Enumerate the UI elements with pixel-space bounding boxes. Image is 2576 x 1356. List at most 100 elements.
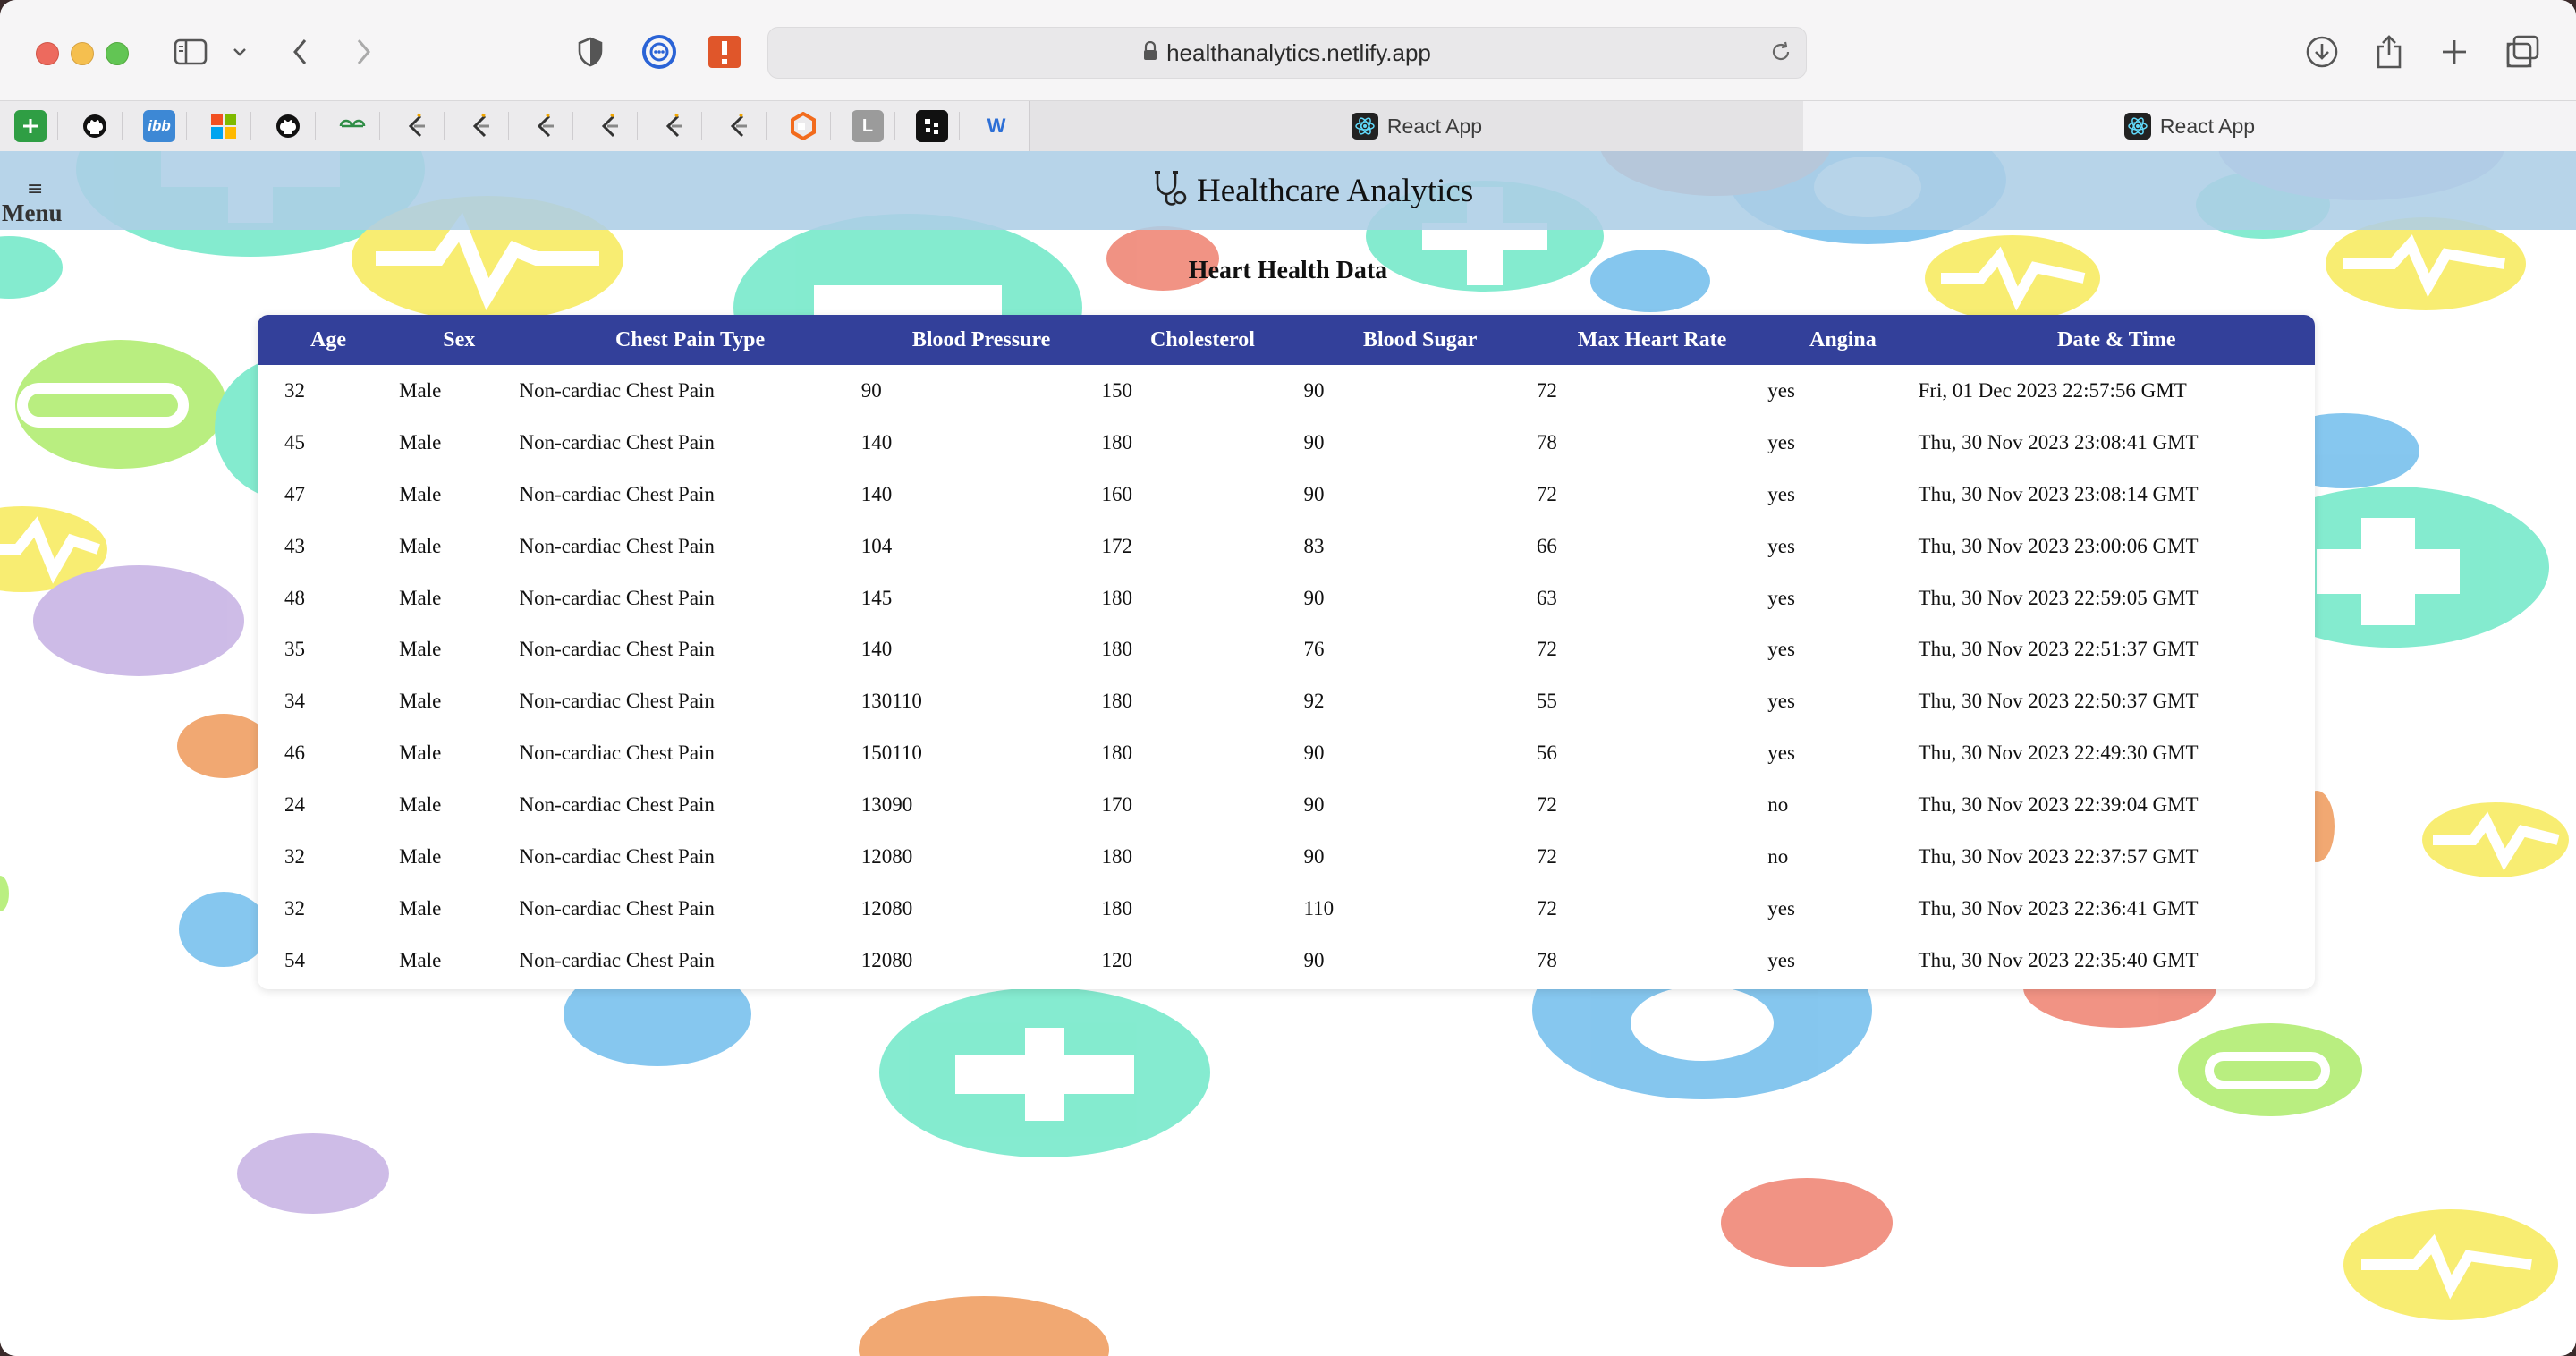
cell-sex: Male xyxy=(399,844,442,868)
tab-title: React App xyxy=(2159,114,2256,138)
column-header-angina: Angina xyxy=(1809,327,1877,352)
cell-max-heart-rate: 72 xyxy=(1536,844,1557,868)
cell-age: 24 xyxy=(284,793,305,817)
alert-extension-icon[interactable] xyxy=(701,29,748,75)
minimize-window-button[interactable] xyxy=(71,42,94,65)
leetcode-icon[interactable] xyxy=(465,110,497,142)
share-icon[interactable] xyxy=(2366,29,2412,75)
privacy-extension-icon[interactable] xyxy=(636,29,682,75)
column-header-blood-sugar: Blood Sugar xyxy=(1362,327,1478,352)
leetcode-icon[interactable] xyxy=(594,110,626,142)
tab-react-app[interactable]: React App xyxy=(1803,101,2576,151)
react-logo-icon xyxy=(2123,113,2151,140)
column-header-age: Age xyxy=(310,327,347,352)
cell-date-time: Thu, 30 Nov 2023 22:36:41 GMT xyxy=(1918,896,2199,920)
cell-blood-pressure: 12080 xyxy=(860,896,913,920)
cell-age: 43 xyxy=(284,534,305,557)
leetcode-icon[interactable] xyxy=(530,110,562,142)
cell-blood-sugar: 76 xyxy=(1303,638,1325,661)
cell-sex: Male xyxy=(399,638,442,661)
cell-chest-pain-type: Non-cardiac Chest Pain xyxy=(519,896,715,920)
new-tab-icon[interactable] xyxy=(2431,29,2478,75)
section-title: Heart Health Data xyxy=(1188,257,1388,284)
chevron-down-icon[interactable] xyxy=(220,29,259,75)
cell-angina: yes xyxy=(1767,948,1795,971)
cell-age: 32 xyxy=(284,896,305,920)
github-icon[interactable] xyxy=(272,110,304,142)
cell-chest-pain-type: Non-cardiac Chest Pain xyxy=(519,586,715,609)
cell-max-heart-rate: 78 xyxy=(1536,948,1557,971)
sidebar-icon[interactable] xyxy=(168,29,215,75)
table-row: 43 Male Non-cardiac Chest Pain 104 172 83 66 ye… xyxy=(258,521,2315,572)
cell-sex: Male xyxy=(399,378,442,402)
cell-blood-pressure: 13090 xyxy=(860,793,913,817)
cell-age: 35 xyxy=(284,638,305,661)
back-icon[interactable] xyxy=(277,29,324,75)
cell-date-time: Thu, 30 Nov 2023 22:59:05 GMT xyxy=(1918,586,2199,609)
reload-icon[interactable] xyxy=(1768,39,1793,69)
w-icon[interactable]: W xyxy=(980,110,1013,142)
cell-blood-pressure: 90 xyxy=(860,378,882,402)
tab-title: React App xyxy=(1386,114,1483,138)
leetcode-icon[interactable] xyxy=(401,110,433,142)
cell-cholesterol: 180 xyxy=(1101,742,1132,765)
menu-button[interactable]: ≡ Menu xyxy=(2,178,73,230)
dots-icon[interactable] xyxy=(916,110,948,142)
lock-icon xyxy=(1143,39,1157,67)
shield-icon[interactable] xyxy=(567,29,614,75)
cell-cholesterol: 160 xyxy=(1101,482,1132,505)
cell-chest-pain-type: Non-cardiac Chest Pain xyxy=(519,793,715,817)
cell-cholesterol: 150 xyxy=(1101,378,1132,402)
microsoft-icon[interactable] xyxy=(208,110,240,142)
github-icon[interactable] xyxy=(79,110,111,142)
cell-date-time: Thu, 30 Nov 2023 22:35:40 GMT xyxy=(1918,948,2199,971)
plus-square-icon[interactable] xyxy=(14,110,47,142)
l-icon[interactable]: L xyxy=(852,110,884,142)
cell-blood-pressure: 140 xyxy=(860,482,893,505)
cell-chest-pain-type: Non-cardiac Chest Pain xyxy=(519,638,715,661)
heart-health-table-card: Age Sex Chest Pain Type Blood Pressure C… xyxy=(258,315,2315,989)
cell-chest-pain-type: Non-cardiac Chest Pain xyxy=(519,534,715,557)
cell-blood-sugar: 90 xyxy=(1303,793,1325,817)
hexagon-icon[interactable] xyxy=(787,110,819,142)
forward-icon[interactable] xyxy=(340,29,386,75)
table-row: 34 Male Non-cardiac Chest Pain 130110 180 92 5… xyxy=(258,675,2315,727)
cell-sex: Male xyxy=(399,482,442,505)
cell-blood-sugar: 90 xyxy=(1303,378,1325,402)
cell-chest-pain-type: Non-cardiac Chest Pain xyxy=(519,844,715,868)
cell-cholesterol: 120 xyxy=(1101,948,1132,971)
tab-overview-icon[interactable] xyxy=(2499,29,2546,75)
geeksforgeeks-icon[interactable] xyxy=(336,110,369,142)
cell-date-time: Thu, 30 Nov 2023 22:39:04 GMT xyxy=(1918,793,2199,817)
cell-max-heart-rate: 56 xyxy=(1536,742,1557,765)
table-row: 32 Male Non-cardiac Chest Pain 90 150 90 72 yes… xyxy=(258,365,2315,417)
cell-max-heart-rate: 72 xyxy=(1536,793,1557,817)
cell-blood-sugar: 90 xyxy=(1303,742,1325,765)
table-row: 48 Male Non-cardiac Chest Pain 145 180 90 63 ye… xyxy=(258,572,2315,624)
address-bar[interactable]: healthanalytics.netlify.app xyxy=(767,27,1807,79)
cell-blood-sugar: 110 xyxy=(1303,896,1335,920)
ibb-icon[interactable]: ibb xyxy=(143,110,175,142)
cell-sex: Male xyxy=(399,742,442,765)
column-header-max-heart-rate: Max Heart Rate xyxy=(1577,327,1727,352)
table-row: 46 Male Non-cardiac Chest Pain 150110 180 90 5… xyxy=(258,727,2315,779)
leetcode-icon[interactable] xyxy=(658,110,691,142)
cell-cholesterol: 180 xyxy=(1101,430,1132,453)
react-logo-icon xyxy=(1351,113,1378,140)
download-icon[interactable] xyxy=(2299,29,2345,75)
cell-blood-pressure: 12080 xyxy=(860,948,913,971)
cell-blood-sugar: 83 xyxy=(1303,534,1325,557)
zoom-window-button[interactable] xyxy=(106,42,129,65)
cell-blood-sugar: 90 xyxy=(1303,482,1325,505)
cell-blood-sugar: 90 xyxy=(1303,586,1325,609)
cell-angina: no xyxy=(1767,793,1789,817)
cell-sex: Male xyxy=(399,430,442,453)
hamburger-icon: ≡ xyxy=(27,178,44,200)
leetcode-icon[interactable] xyxy=(723,110,755,142)
url-text: healthanalytics.netlify.app xyxy=(1166,38,1431,66)
cell-max-heart-rate: 72 xyxy=(1536,378,1557,402)
cell-date-time: Thu, 30 Nov 2023 22:37:57 GMT xyxy=(1918,844,2199,868)
close-window-button[interactable] xyxy=(36,42,59,65)
tab-react-app-active[interactable]: React App xyxy=(1029,101,1805,151)
browser-toolbar: healthanalytics.netlify.app xyxy=(0,0,2576,100)
